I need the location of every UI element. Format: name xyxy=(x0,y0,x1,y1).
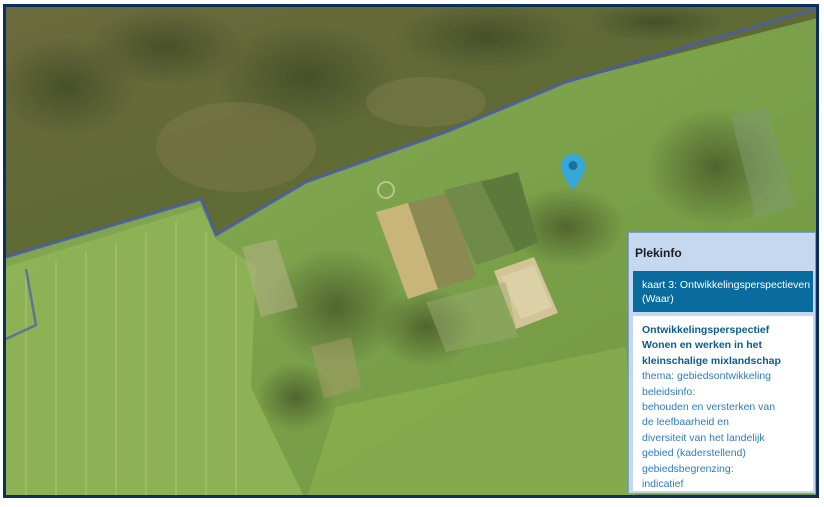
info-detail-line: behouden en versterken van xyxy=(642,401,776,414)
info-heading-line: Wonen en werken in het xyxy=(642,339,762,352)
layer-tab[interactable]: kaart 3: Ontwikkelingsperspectieven (Waa… xyxy=(633,271,813,312)
info-heading-line: kleinschalige mixlandschap xyxy=(642,354,781,367)
map-pin-icon[interactable] xyxy=(560,153,586,191)
info-detail-line: diversiteit van het landelijk xyxy=(642,431,765,444)
panel-title: Plekinfo xyxy=(635,246,682,260)
plekinfo-panel: Plekinfo kaart 3: Ontwikkelingsperspecti… xyxy=(628,232,816,494)
info-details: Ontwikkelingsperspectief Wonen en werken… xyxy=(633,316,813,491)
info-detail-line: beleidsinfo: xyxy=(642,385,696,398)
info-detail-line: indicatief xyxy=(642,478,684,491)
info-heading-line: Ontwikkelingsperspectief xyxy=(642,324,770,336)
info-detail-line: thema: gebiedsontwikkeling xyxy=(642,370,771,383)
info-detail-line: gebiedsbegrenzing: xyxy=(642,462,734,475)
info-detail-line: gebied (kaderstellend) xyxy=(642,447,746,460)
info-detail-line: de leefbaarheid en xyxy=(642,416,729,429)
